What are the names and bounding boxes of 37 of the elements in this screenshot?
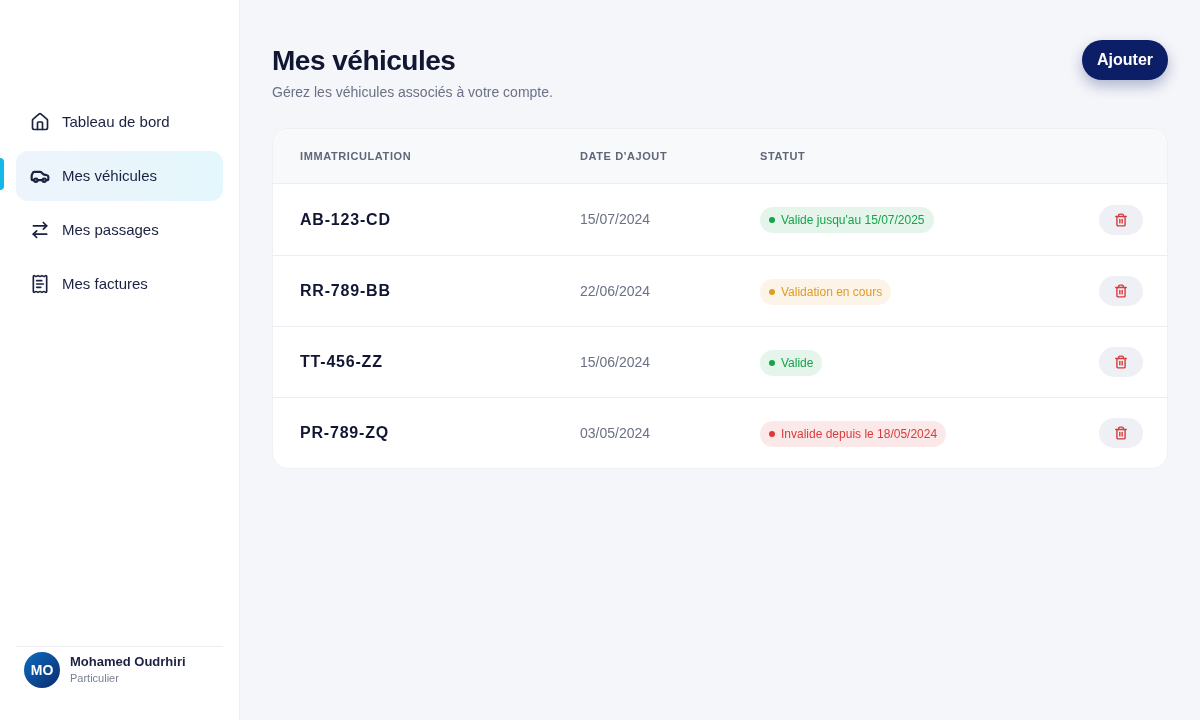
page-subtitle: Gérez les véhicules associés à votre compte. [272,83,553,102]
column-header: DATE D'AJOUT [580,148,668,164]
user-name: Mohamed Oudrhiri [70,654,186,671]
delete-button[interactable] [1099,204,1143,235]
trash-icon [1114,284,1128,298]
delete-button[interactable] [1099,418,1143,448]
date-cell-text: 22/06/2024 [580,281,651,301]
date-cell-text: 03/05/2024 [580,423,651,443]
date-cell-text: 15/06/2024 [580,352,651,372]
sidebar-item[interactable]: Mes factures [16,259,223,309]
active-indicator [0,158,4,190]
date-cell-text: 15/07/2024 [580,210,651,229]
user-avatar: MO [24,652,60,688]
plate-cell-text: AB-123-CD [300,209,391,230]
page-title: Mes véhicules [272,44,457,78]
house-icon [30,112,50,132]
column-header: STATUT [760,148,806,164]
sidebar-item[interactable]: Mes véhicules [16,151,223,201]
delete-button[interactable] [1099,276,1143,306]
add-button[interactable]: Ajouter [1082,40,1168,80]
plate-cell-text: PR-789-ZQ [300,423,389,443]
column-header: IMMATRICULATION [300,148,412,164]
trash-icon [1114,212,1128,227]
receipt-icon [30,274,50,294]
status-badge: Invalide depuis le 18/05/2024 [760,420,947,447]
user-role: Particulier [70,672,120,686]
delete-button[interactable] [1099,347,1143,377]
plate-cell-text: RR-789-BB [300,281,391,301]
plate-cell-text: TT-456-ZZ [300,352,383,372]
sidebar-item[interactable]: Tableau de bord [16,97,223,147]
status-badge: Validation en cours [760,278,892,305]
status-badge: Valide [760,349,823,376]
sidebar-item[interactable]: Mes passages [16,205,223,255]
swap-arrows-icon [30,220,50,240]
trash-icon [1114,355,1128,369]
trash-icon [1114,426,1128,440]
status-badge: Valide jusqu'au 15/07/2025 [760,207,934,233]
